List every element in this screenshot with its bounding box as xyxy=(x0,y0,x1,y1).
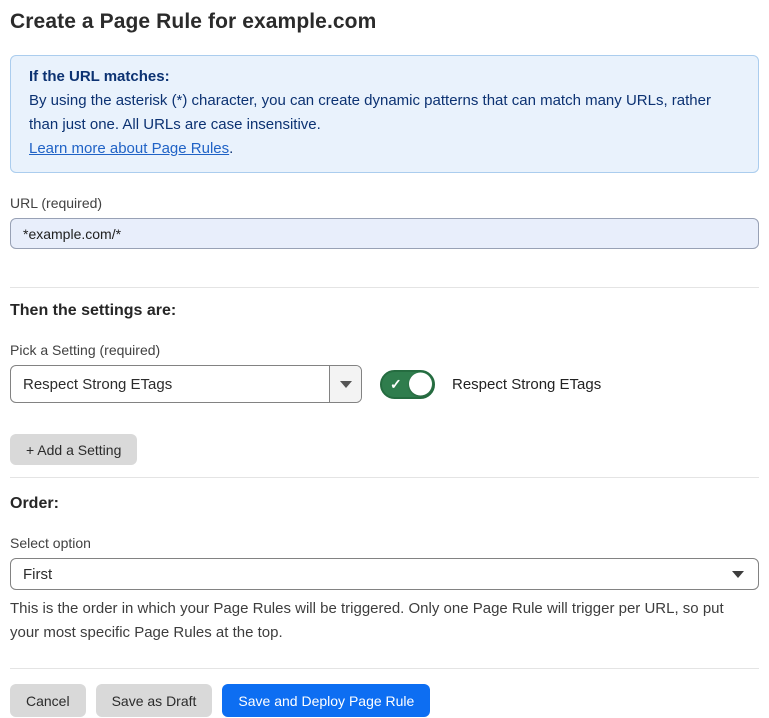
pick-setting-label: Pick a Setting (required) xyxy=(10,342,759,358)
setting-select-arrow-button[interactable] xyxy=(329,366,361,402)
url-match-info-box: If the URL matches: By using the asteris… xyxy=(10,55,759,173)
save-as-draft-button[interactable]: Save as Draft xyxy=(96,684,213,717)
setting-select[interactable]: Respect Strong ETags xyxy=(10,365,362,403)
url-field-label: URL (required) xyxy=(10,195,759,211)
info-box-link-line: Learn more about Page Rules. xyxy=(29,137,740,161)
settings-section-heading: Then the settings are: xyxy=(10,302,759,320)
info-box-body: By using the asterisk (*) character, you… xyxy=(29,89,740,137)
save-and-deploy-button[interactable]: Save and Deploy Page Rule xyxy=(222,684,430,717)
order-select-label: Select option xyxy=(10,535,759,551)
order-section-heading: Order: xyxy=(10,495,759,513)
url-input[interactable] xyxy=(10,218,759,249)
respect-strong-etags-toggle[interactable]: ✓ xyxy=(380,370,435,399)
learn-more-link[interactable]: Learn more about Page Rules xyxy=(29,140,229,157)
check-icon: ✓ xyxy=(390,377,402,391)
divider xyxy=(10,287,759,288)
chevron-down-icon xyxy=(340,381,352,388)
link-period: . xyxy=(229,140,233,157)
divider xyxy=(10,668,759,669)
divider xyxy=(10,477,759,478)
order-select-value: First xyxy=(23,566,52,583)
form-actions: Cancel Save as Draft Save and Deploy Pag… xyxy=(10,684,759,717)
page-title: Create a Page Rule for example.com xyxy=(10,10,759,34)
toggle-label: Respect Strong ETags xyxy=(452,376,601,393)
order-help-text: This is the order in which your Page Rul… xyxy=(10,597,750,645)
setting-select-value: Respect Strong ETags xyxy=(11,366,329,402)
info-box-heading: If the URL matches: xyxy=(29,65,740,89)
create-page-rule-form: Create a Page Rule for example.com If th… xyxy=(0,0,769,717)
add-setting-button[interactable]: + Add a Setting xyxy=(10,434,137,465)
setting-row: Respect Strong ETags ✓ Respect Strong ET… xyxy=(10,365,759,403)
cancel-button[interactable]: Cancel xyxy=(10,684,86,717)
toggle-knob xyxy=(409,373,432,396)
chevron-down-icon xyxy=(732,571,744,578)
order-select[interactable]: First xyxy=(10,558,759,590)
